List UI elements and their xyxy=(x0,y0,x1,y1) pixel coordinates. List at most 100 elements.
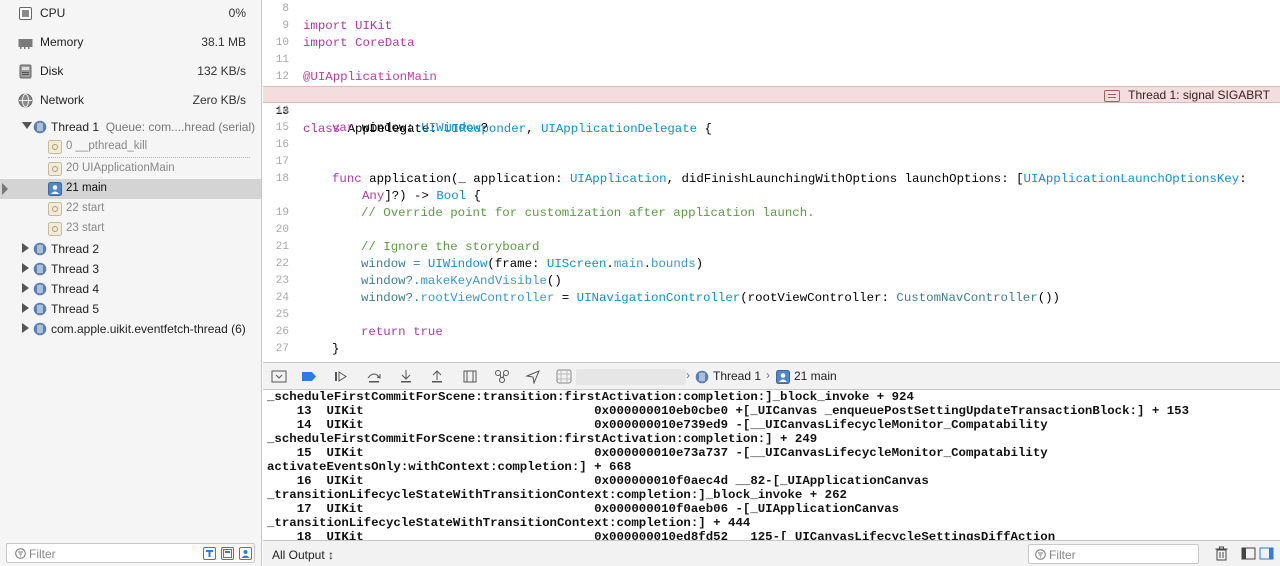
thread-row-5[interactable]: Thread 5 xyxy=(0,299,261,319)
thread-icon xyxy=(33,322,47,336)
code-text: window: xyxy=(354,121,422,135)
show-variables-view-icon[interactable] xyxy=(1241,546,1256,561)
code-text: { xyxy=(466,189,481,203)
breakpoints-toggle-icon[interactable] xyxy=(301,369,317,384)
line-number: 8 xyxy=(282,3,289,15)
thread-row-6[interactable]: com.apple.uikit.eventfetch-thread (6) xyxy=(0,319,261,339)
stack-frame-22[interactable]: 22 start xyxy=(0,199,261,219)
stack-frame-20[interactable]: 20 UIApplicationMain xyxy=(0,159,261,179)
navigator-filter-input[interactable] xyxy=(29,546,189,561)
gauge-network[interactable]: Network Zero KB/s xyxy=(0,87,261,116)
gauge-value: 0% xyxy=(228,6,246,20)
thread-icon xyxy=(33,302,47,316)
code-line: import UIKit xyxy=(303,19,393,33)
disclosure-closed-icon[interactable] xyxy=(22,283,29,293)
disclosure-closed-icon[interactable] xyxy=(22,303,29,313)
gauge-label: CPU xyxy=(40,6,66,20)
code-line: window?.makeKeyAndVisible() xyxy=(361,273,562,290)
gauge-memory[interactable]: Memory 38.1 MB xyxy=(0,29,261,58)
thread-label: Thread 5 xyxy=(51,302,100,316)
breadcrumb-thread[interactable]: Thread 1 xyxy=(713,369,761,383)
source-editor[interactable]: 8 9 import UIKit 10 import CoreData 11 12 @… xyxy=(263,0,1280,362)
simulate-location-icon[interactable] xyxy=(525,369,541,384)
thread-icon xyxy=(33,242,47,256)
line-number: 27 xyxy=(275,343,289,355)
gauge-value: Zero KB/s xyxy=(192,93,246,107)
thread-row-4[interactable]: Thread 4 xyxy=(0,279,261,299)
thread-label: Thread 2 xyxy=(51,242,100,256)
stack-frame-21-selected[interactable]: 21 main xyxy=(0,179,261,199)
code-line: import CoreData xyxy=(303,36,415,50)
filter-frames-toggle[interactable] xyxy=(221,547,234,560)
console-filter xyxy=(1028,544,1199,564)
line-number: 9 xyxy=(282,20,289,32)
process-name-crumb[interactable] xyxy=(576,369,686,385)
gauge-cpu[interactable]: CPU 0% xyxy=(0,0,261,29)
view-hierarchy-icon[interactable] xyxy=(462,369,478,384)
console-line: 16 UIKit 0x000000010f0aec4d __82-[_UIApp… xyxy=(267,474,929,488)
code-text: ? xyxy=(480,121,489,135)
navigator-filter xyxy=(6,543,255,563)
frame-label: 23 start xyxy=(66,222,105,234)
hide-debug-area-icon[interactable] xyxy=(271,369,287,384)
line-number: 16 xyxy=(275,139,289,151)
code-type: UIScreen xyxy=(546,257,607,271)
code-text: ()) xyxy=(1037,291,1060,305)
console-filter-input[interactable] xyxy=(1049,547,1189,562)
thread-row-1[interactable]: Thread 1 Queue: com....hread (serial) xyxy=(0,117,261,137)
disclosure-open-icon[interactable] xyxy=(22,122,32,129)
code-line: } xyxy=(332,342,340,356)
disclosure-closed-icon[interactable] xyxy=(22,323,29,333)
cpu-icon xyxy=(19,7,32,20)
disk-icon xyxy=(19,64,32,79)
filter-crashed-threads-toggle[interactable] xyxy=(203,547,216,560)
thread-row-3[interactable]: Thread 3 xyxy=(0,259,261,279)
console-line: 18 UIKit 0x000000010ed8fd52 __125-[_UICa… xyxy=(267,530,1056,540)
thread-row-2[interactable]: Thread 2 xyxy=(0,239,261,259)
code-text: ]?) -> xyxy=(384,189,437,203)
code-keyword: return xyxy=(361,325,406,339)
code-property: bounds xyxy=(651,257,696,271)
stack-frame-23[interactable]: 23 start xyxy=(0,219,261,239)
step-out-icon[interactable] xyxy=(429,369,445,384)
filter-user-code-toggle[interactable] xyxy=(239,547,252,560)
line-number: 24 xyxy=(275,292,289,304)
console-line: 13 UIKit 0x000000010eb0cbe0 +[_UICanvas … xyxy=(267,404,1190,418)
memory-graph-icon[interactable] xyxy=(494,369,510,384)
step-into-icon[interactable] xyxy=(398,369,414,384)
line-number: 15 xyxy=(275,122,289,134)
console-line: _scheduleFirstCommitForScene:transition:… xyxy=(267,432,818,446)
trash-icon[interactable] xyxy=(1214,546,1229,561)
continue-icon[interactable] xyxy=(333,369,349,384)
error-message: Thread 1: signal SIGABRT xyxy=(1128,88,1270,102)
gauge-disk[interactable]: Disk 132 KB/s xyxy=(0,58,261,87)
thread-icon xyxy=(695,370,709,384)
step-over-icon[interactable] xyxy=(366,369,382,384)
stack-frame-0[interactable]: 0 __pthread_kill xyxy=(0,137,261,157)
frame-divider xyxy=(48,157,250,158)
error-annotation[interactable]: Thread 1: signal SIGABRT xyxy=(1104,87,1270,104)
frame-label: 0 __pthread_kill xyxy=(66,140,148,152)
thread-label: com.apple.uikit.eventfetch-thread (6) xyxy=(51,322,246,336)
code-type: Bool xyxy=(436,189,467,203)
breadcrumb-frame[interactable]: 21 main xyxy=(794,369,837,383)
code-type: Any xyxy=(362,189,385,203)
gauge-label: Disk xyxy=(40,64,64,78)
show-console-view-icon[interactable] xyxy=(1259,546,1274,561)
filter-icon xyxy=(1035,549,1046,560)
output-filter-select[interactable]: All Output ↕ xyxy=(272,548,334,562)
code-type: UIApplication xyxy=(569,172,667,186)
line-number: 26 xyxy=(275,326,289,338)
disclosure-closed-icon[interactable] xyxy=(22,243,29,253)
console-line: 15 UIKit 0x000000010e73a737 -[__UICanvas… xyxy=(267,446,1048,460)
line-number: 23 xyxy=(275,275,289,287)
code-property: makeKeyAndVisible xyxy=(420,274,547,288)
console-line: 17 UIKit 0x000000010f0aeb06 -[_UIApplica… xyxy=(267,502,900,516)
system-frame-icon xyxy=(48,222,62,236)
gauge-label: Memory xyxy=(40,35,84,49)
code-type: CustomNavController xyxy=(896,291,1038,305)
line-number: 20 xyxy=(275,224,289,236)
console-output[interactable]: _scheduleFirstCommitForScene:transition:… xyxy=(263,390,1280,540)
disclosure-closed-icon[interactable] xyxy=(22,263,29,273)
